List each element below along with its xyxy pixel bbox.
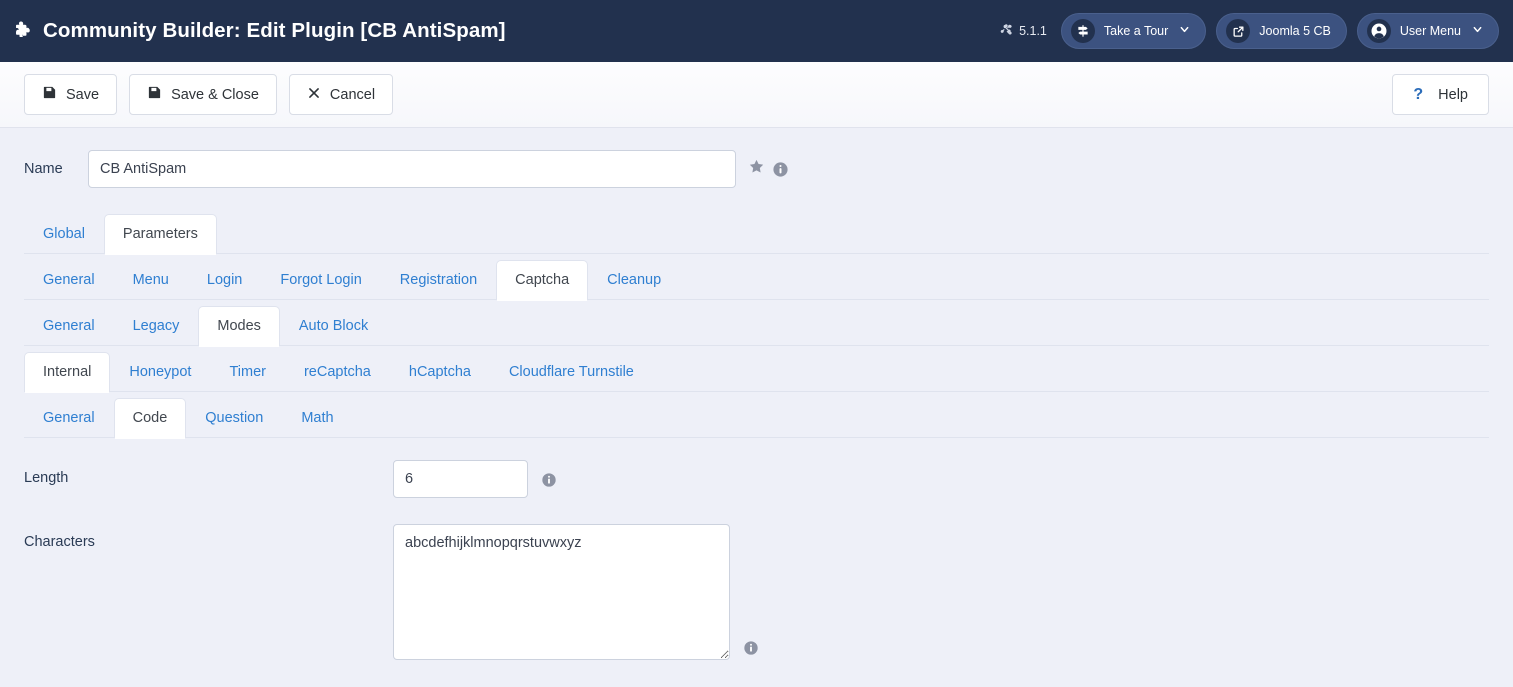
- info-icon[interactable]: [772, 161, 789, 178]
- user-circle-icon: [1366, 19, 1391, 43]
- tab-math[interactable]: Math: [282, 398, 352, 438]
- editor-toolbar: Save Save & Close Cancel ? Help: [0, 62, 1513, 128]
- tab-legacy[interactable]: Legacy: [114, 306, 199, 346]
- tab-code[interactable]: Code: [113, 398, 187, 439]
- length-input[interactable]: [393, 460, 528, 498]
- edit-plugin-form: Name Global Parameters General Menu L: [0, 128, 1513, 660]
- tab-captcha[interactable]: Captcha: [496, 260, 589, 301]
- tab-menu[interactable]: Menu: [114, 260, 188, 300]
- floppy-disk-icon: [42, 85, 57, 104]
- tab-global[interactable]: Global: [24, 214, 104, 254]
- chevron-down-icon: [1472, 24, 1483, 38]
- puzzle-piece-icon: [12, 20, 34, 42]
- length-field-row: Length: [24, 460, 1489, 498]
- info-icon[interactable]: [541, 460, 557, 488]
- name-field-icons: [748, 158, 789, 180]
- primary-tabs: Global Parameters: [24, 208, 1489, 255]
- save-button[interactable]: Save: [24, 74, 118, 115]
- tab-forgot-login[interactable]: Forgot Login: [261, 260, 380, 300]
- save-and-close-button-label: Save & Close: [171, 86, 259, 103]
- tab-auto-block[interactable]: Auto Block: [280, 306, 387, 346]
- modes-tabs: Internal Honeypot Timer reCaptcha hCaptc…: [24, 346, 1489, 393]
- joomla-version: 5.1.1: [1000, 23, 1047, 40]
- save-button-label: Save: [66, 86, 100, 103]
- characters-field-row: Characters: [24, 524, 1489, 660]
- toolbar-primary-actions: Save Save & Close Cancel: [24, 74, 394, 115]
- tab-recaptcha[interactable]: reCaptcha: [285, 352, 390, 392]
- take-a-tour-label: Take a Tour: [1103, 24, 1169, 38]
- tab-internal[interactable]: Internal: [24, 352, 111, 393]
- tab-cleanup[interactable]: Cleanup: [588, 260, 680, 300]
- joomla-5-cb-button[interactable]: Joomla 5 CB: [1216, 13, 1347, 49]
- parameters-tabs: General Menu Login Forgot Login Registra…: [24, 254, 1489, 301]
- name-field-row: Name: [24, 128, 1489, 194]
- app-header: Community Builder: Edit Plugin [CB AntiS…: [0, 0, 1513, 62]
- star-icon[interactable]: [748, 158, 765, 180]
- tab-question[interactable]: Question: [186, 398, 282, 438]
- tab-cloudflare-turnstile[interactable]: Cloudflare Turnstile: [490, 352, 653, 392]
- name-input[interactable]: [88, 150, 736, 188]
- captcha-tabs: General Legacy Modes Auto Block: [24, 300, 1489, 347]
- characters-textarea[interactable]: [393, 524, 730, 660]
- tab-internal-general[interactable]: General: [24, 398, 114, 438]
- cancel-button[interactable]: Cancel: [288, 74, 394, 115]
- tab-timer[interactable]: Timer: [210, 352, 285, 392]
- user-menu-label: User Menu: [1399, 24, 1461, 38]
- joomla-5-cb-label: Joomla 5 CB: [1259, 24, 1331, 38]
- user-menu-button[interactable]: User Menu: [1356, 13, 1499, 49]
- help-button-label: Help: [1438, 86, 1468, 103]
- name-field-label: Name: [24, 161, 63, 177]
- tab-login[interactable]: Login: [188, 260, 261, 300]
- save-and-close-button[interactable]: Save & Close: [129, 74, 277, 115]
- close-icon: [307, 86, 321, 104]
- tab-registration[interactable]: Registration: [381, 260, 496, 300]
- characters-field-label: Characters: [24, 534, 95, 550]
- info-icon[interactable]: [743, 640, 759, 660]
- floppy-disk-icon: [147, 85, 162, 104]
- tab-honeypot[interactable]: Honeypot: [110, 352, 210, 392]
- tab-general[interactable]: General: [24, 260, 114, 300]
- code-settings-panel: Length Characters: [24, 438, 1489, 660]
- page-title-text: Community Builder: Edit Plugin [CB AntiS…: [43, 19, 506, 42]
- page-title: Community Builder: Edit Plugin [CB AntiS…: [12, 19, 506, 43]
- question-mark-icon: ?: [1413, 85, 1424, 103]
- chevron-down-icon: [1179, 24, 1190, 38]
- joomla-logo-icon: [1000, 23, 1014, 40]
- cancel-button-label: Cancel: [329, 86, 376, 103]
- help-button[interactable]: ? Help: [1392, 74, 1489, 115]
- internal-tabs: General Code Question Math: [24, 392, 1489, 439]
- length-field-label: Length: [24, 470, 69, 486]
- joomla-version-text: 5.1.1: [1019, 24, 1047, 38]
- header-actions: 5.1.1 Take a Tour Joomla 5 CB User Menu: [1000, 13, 1499, 49]
- external-link-icon: [1226, 19, 1251, 43]
- take-a-tour-button[interactable]: Take a Tour: [1060, 13, 1207, 49]
- tab-parameters[interactable]: Parameters: [103, 214, 217, 255]
- tab-captcha-general[interactable]: General: [24, 306, 114, 346]
- tab-modes[interactable]: Modes: [198, 306, 280, 347]
- tab-hcaptcha[interactable]: hCaptcha: [390, 352, 490, 392]
- signpost-icon: [1070, 19, 1095, 43]
